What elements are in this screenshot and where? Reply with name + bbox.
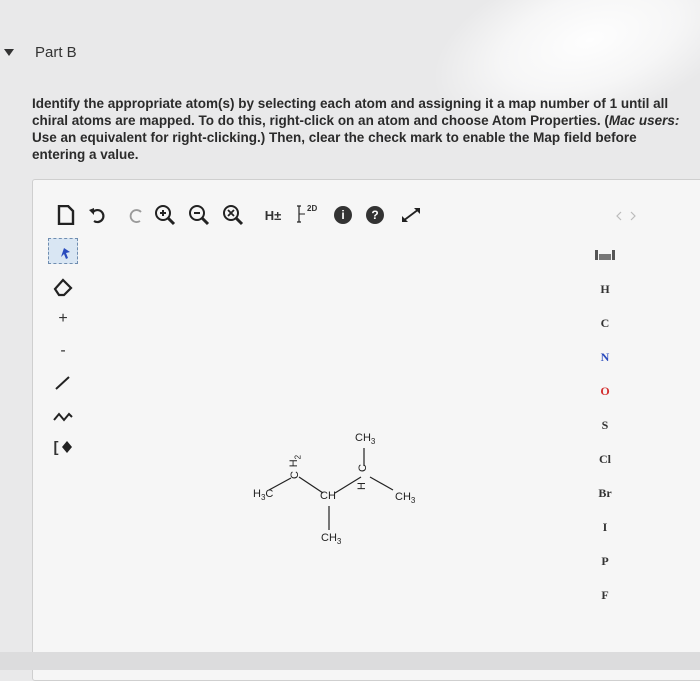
h2-sub: 2 <box>293 454 303 460</box>
atom-n-button[interactable]: N <box>585 346 625 368</box>
bond-c-ch3-right[interactable] <box>369 476 394 491</box>
atom-br-button[interactable]: Br <box>585 482 625 504</box>
left-toolbar: + - [ <box>48 238 88 480</box>
clean-2d-icon[interactable]: 2D <box>295 202 321 226</box>
atom-label-ch-mid[interactable]: CH <box>320 490 336 502</box>
toolbar-scroll-arrows-icon[interactable] <box>613 210 639 222</box>
ch3-top-sub: 3 <box>370 437 376 447</box>
eraser-icon[interactable] <box>48 274 78 300</box>
atom-cl-button[interactable]: Cl <box>585 448 625 470</box>
atom-f-button[interactable]: F <box>585 584 625 606</box>
h2-text: H <box>288 459 301 468</box>
part-title: Part B <box>35 44 77 61</box>
instructions-after: Use an equivalent for right-clicking.) T… <box>32 130 637 162</box>
zoom-out-icon[interactable] <box>187 203 211 227</box>
atom-label-c-ch2[interactable]: C <box>289 471 301 479</box>
periodic-table-icon[interactable] <box>585 244 625 266</box>
page-bottom-edge <box>0 652 700 670</box>
atom-i-button[interactable]: I <box>585 516 625 538</box>
mac-users-label: Mac users: <box>608 113 680 128</box>
atom-label-ch3-top[interactable]: CH3 <box>355 432 375 446</box>
ch3-top-text: CH <box>355 432 371 444</box>
clean-2d-label: 2D <box>307 204 318 213</box>
ch3-right-text: CH <box>395 491 411 503</box>
atom-label-h2[interactable]: H2 <box>288 455 302 467</box>
chain-tool-icon[interactable] <box>48 402 78 428</box>
h3c-c-text: C <box>265 488 274 500</box>
help-button[interactable]: ? <box>365 205 385 225</box>
chem-sketch-editor: H± 2D i ? + - [H C N O S Cl Br I P F CH… <box>32 179 700 681</box>
zoom-reset-icon[interactable] <box>221 203 245 227</box>
charge-plus-button[interactable]: + <box>48 306 78 332</box>
bracket-tool-icon[interactable]: [ <box>48 434 78 460</box>
redo-icon[interactable] <box>125 204 147 226</box>
atom-s-button[interactable]: S <box>585 414 625 436</box>
ch3-bottom-text: CH <box>321 532 337 544</box>
info-icon: i <box>334 206 352 224</box>
atom-c-button[interactable]: C <box>585 312 625 334</box>
single-bond-icon[interactable] <box>48 370 78 396</box>
selection-lasso-icon[interactable] <box>48 238 78 264</box>
fullscreen-icon[interactable] <box>399 205 423 225</box>
hydrogen-toggle-button[interactable]: H± <box>259 206 287 224</box>
collapse-arrow-icon[interactable] <box>4 49 14 56</box>
instructions-before: Identify the appropriate atom(s) by sele… <box>32 96 669 128</box>
drawing-canvas[interactable]: CH3 H2 C C H3C CH H CH3 CH3 <box>93 250 573 670</box>
undo-icon[interactable] <box>87 204 109 226</box>
atom-label-h-mid[interactable]: H <box>356 482 368 490</box>
zoom-in-icon[interactable] <box>153 203 177 227</box>
editor-toolbar: H± 2D i ? <box>33 180 700 250</box>
ch3-bottom-sub: 3 <box>336 537 342 547</box>
h3c-h-text: H <box>253 488 261 500</box>
atom-label-ch3-bottom[interactable]: CH3 <box>321 532 341 546</box>
help-icon: ? <box>366 206 384 224</box>
bracket-tool-label: [ <box>53 438 59 456</box>
atom-label-h3c[interactable]: H3C <box>253 488 273 502</box>
atom-h-button[interactable]: H <box>585 278 625 300</box>
atom-o-button[interactable]: O <box>585 380 625 402</box>
molecule-bonds <box>268 448 394 530</box>
atom-label-ch3-right[interactable]: CH3 <box>395 491 415 505</box>
charge-minus-button[interactable]: - <box>48 338 78 364</box>
atom-label-c-right[interactable]: C <box>357 464 369 472</box>
atom-palette: H C N O S Cl Br I P F <box>585 244 625 624</box>
ch3-right-sub: 3 <box>410 496 416 506</box>
instructions-text: Identify the appropriate atom(s) by sele… <box>32 95 682 163</box>
info-button[interactable]: i <box>333 205 353 225</box>
atom-p-button[interactable]: P <box>585 550 625 572</box>
new-document-icon[interactable] <box>55 204 77 226</box>
